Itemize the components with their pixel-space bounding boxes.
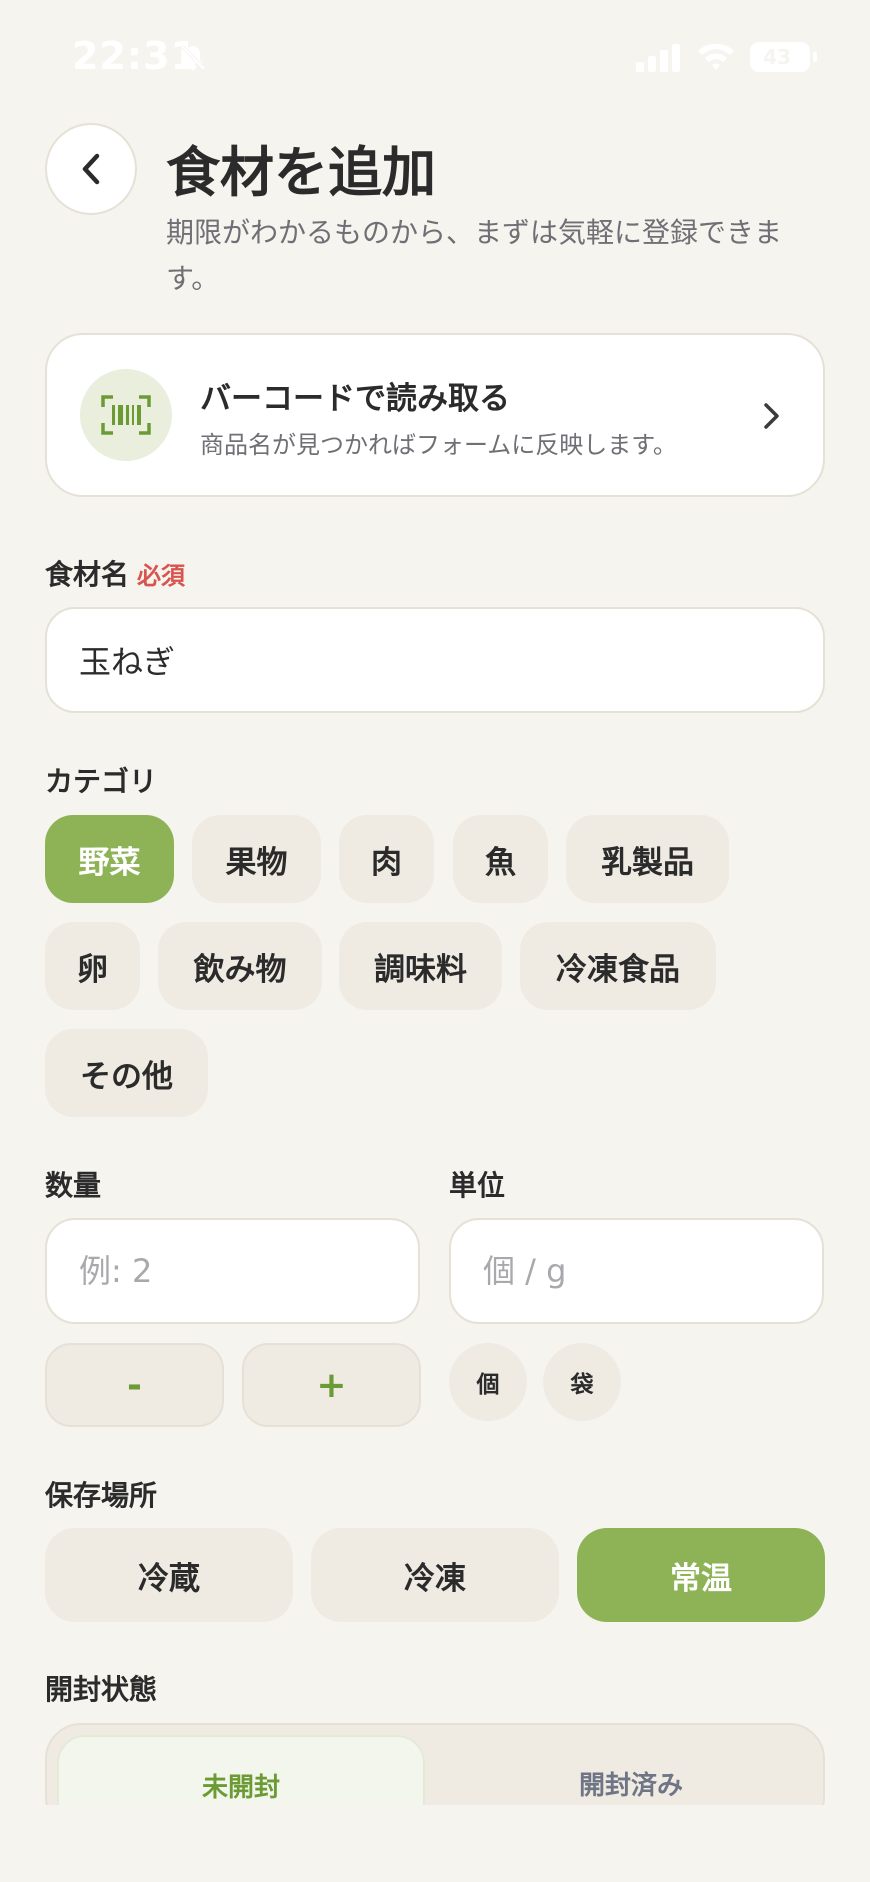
battery-tip xyxy=(813,52,817,62)
unit-input[interactable] xyxy=(449,1218,824,1324)
add-ingredient-screen: 22:31 43 食材を追加 期限がわかるものから、まずは気軽に登録できます。 … xyxy=(0,0,870,1882)
barcode-icon-container xyxy=(80,369,172,461)
signal-icon xyxy=(636,44,680,72)
name-label-text: 食材名 xyxy=(45,558,130,591)
back-button[interactable] xyxy=(45,123,137,215)
status-bar: 22:31 43 xyxy=(0,0,870,110)
quantity-decrement-button[interactable]: - xyxy=(45,1343,224,1427)
battery-icon: 43 xyxy=(750,42,817,72)
category-chip-frozen[interactable]: 冷凍食品 xyxy=(520,922,716,1010)
category-chip-fish[interactable]: 魚 xyxy=(453,815,548,903)
bottom-safe-area xyxy=(0,1805,870,1882)
category-chip-seasonings[interactable]: 調味料 xyxy=(339,922,502,1010)
category-chip-vegetables[interactable]: 野菜 xyxy=(45,815,174,903)
wifi-icon xyxy=(698,43,734,70)
category-label: カテゴリ xyxy=(45,765,158,798)
name-field-label: 食材名 必須 xyxy=(45,553,185,593)
quantity-increment-button[interactable]: + xyxy=(242,1343,421,1427)
barcode-scan-card[interactable]: バーコードで読み取る 商品名が見つかればフォームに反映します。 xyxy=(45,333,825,497)
category-chip-dairy[interactable]: 乳製品 xyxy=(566,815,729,903)
unit-label: 単位 xyxy=(449,1169,506,1202)
quantity-input[interactable] xyxy=(45,1218,420,1324)
storage-freezer-button[interactable]: 冷凍 xyxy=(311,1528,559,1622)
required-badge: 必須 xyxy=(137,562,186,590)
page-title: 食材を追加 xyxy=(166,141,436,204)
chevron-left-icon xyxy=(82,153,100,185)
storage-room-temp-button[interactable]: 常温 xyxy=(577,1528,825,1622)
category-chip-fruit[interactable]: 果物 xyxy=(192,815,321,903)
page-subtitle: 期限がわかるものから、まずは気軽に登録できます。 xyxy=(166,216,783,295)
category-chip-meat[interactable]: 肉 xyxy=(339,815,434,903)
bell-slash-icon xyxy=(180,44,206,71)
category-chip-other[interactable]: その他 xyxy=(45,1029,208,1117)
battery-level: 43 xyxy=(763,45,791,69)
barcode-icon xyxy=(101,395,151,435)
storage-label: 保存場所 xyxy=(45,1479,158,1512)
category-chip-drinks[interactable]: 飲み物 xyxy=(158,922,322,1010)
barcode-title: バーコードで読み取る xyxy=(200,381,510,417)
barcode-description: 商品名が見つかればフォームに反映します。 xyxy=(200,431,677,459)
quantity-label: 数量 xyxy=(45,1169,102,1202)
unit-chip-bag[interactable]: 袋 xyxy=(543,1343,621,1421)
category-chip-eggs[interactable]: 卵 xyxy=(45,922,140,1010)
chevron-right-icon xyxy=(764,403,779,429)
ingredient-name-input[interactable] xyxy=(45,607,825,713)
storage-fridge-button[interactable]: 冷蔵 xyxy=(45,1528,293,1622)
unit-chip-piece[interactable]: 個 xyxy=(449,1343,527,1421)
open-state-label: 開封状態 xyxy=(45,1673,158,1706)
